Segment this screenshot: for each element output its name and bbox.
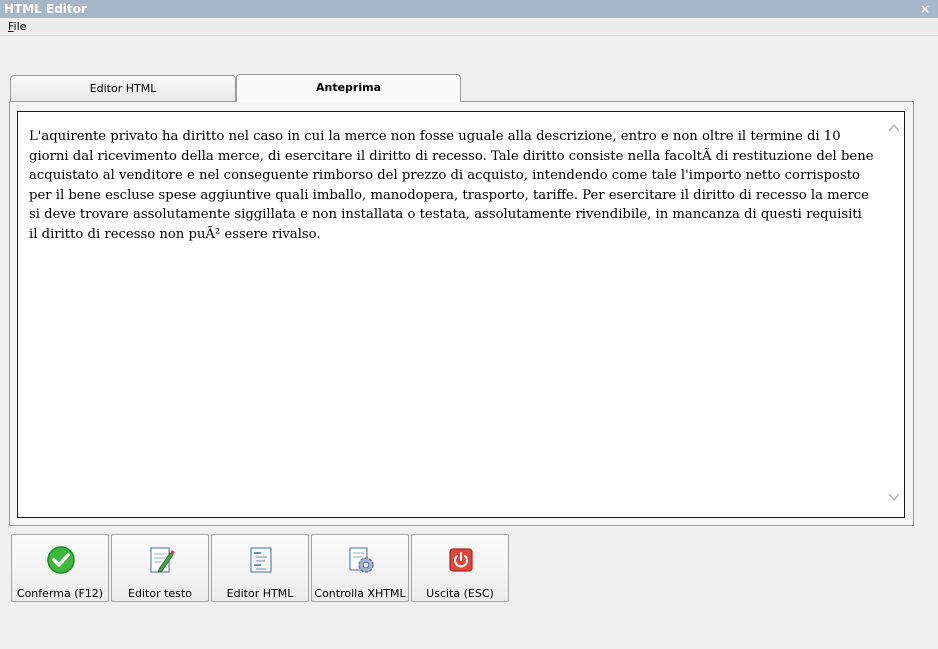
html-editor-button[interactable]: Editor HTML [211,534,309,602]
text-editor-button[interactable]: Editor testo [111,534,209,602]
window-title: HTML Editor [4,2,87,16]
tab-anteprima[interactable]: Anteprima [236,74,461,102]
scroll-up-icon[interactable] [888,122,900,134]
exit-power-icon [449,548,473,572]
menu-file-label: ile [13,20,27,33]
edit-document-icon [150,547,175,573]
close-icon[interactable]: × [918,0,932,18]
exit-button-label: Uscita (ESC) [426,587,494,600]
validate-xhtml-button[interactable]: Controlla XHTML [311,534,409,602]
menu-file[interactable]: File [8,20,26,34]
validate-gear-icon [349,547,374,573]
tab-editor-html[interactable]: Editor HTML [10,75,236,102]
scroll-down-icon[interactable] [888,491,900,503]
preview-text: L'aquirente privato ha diritto nel caso … [29,129,874,242]
html-document-icon [250,547,272,573]
window-titlebar: HTML Editor × [0,0,938,18]
html-editor-button-label: Editor HTML [226,587,294,600]
menu-bar: File [0,18,938,36]
text-editor-button-label: Editor testo [128,587,192,600]
validate-xhtml-button-label: Controlla XHTML [314,587,406,600]
confirm-button-label: Conferma (F12) [16,587,104,600]
preview-area[interactable]: L'aquirente privato ha diritto nel caso … [17,111,905,518]
confirm-button[interactable]: Conferma (F12) [11,534,109,602]
check-icon [47,546,75,574]
tab-panel: L'aquirente privato ha diritto nel caso … [9,101,914,526]
exit-button[interactable]: Uscita (ESC) [411,534,509,602]
